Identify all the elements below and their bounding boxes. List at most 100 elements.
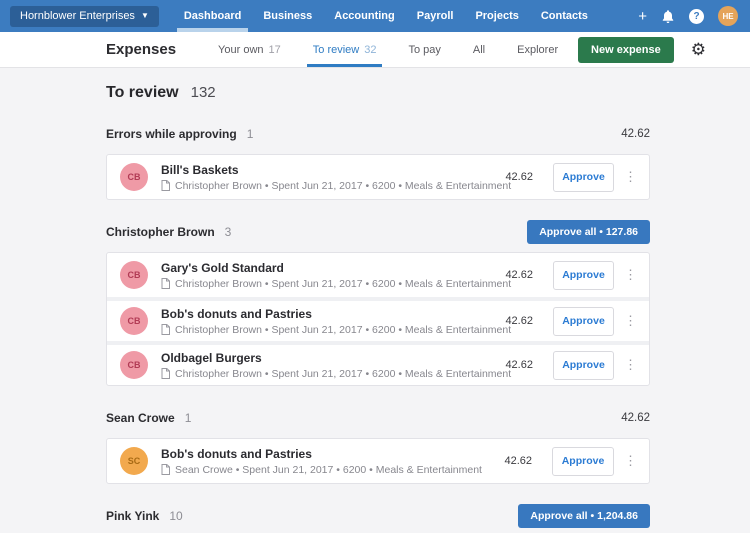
chevron-down-icon: ▼ — [141, 12, 149, 20]
group-card: CB Bill's Baskets Christopher Brown • Sp… — [106, 154, 650, 200]
expenses-tabs: Your own 17 To review 32 To pay All Expl… — [202, 32, 574, 67]
group-card: CB Gary's Gold Standard Christopher Brow… — [106, 252, 650, 386]
expense-row: CB Bill's Baskets Christopher Brown • Sp… — [107, 155, 649, 199]
toolbar-right: New expense ⚙ — [578, 37, 706, 63]
approve-button[interactable]: Approve — [553, 163, 614, 192]
receipt-document-icon — [161, 368, 170, 379]
tab-label: To pay — [408, 44, 440, 56]
group-header: Christopher Brown 3 Approve all • 127.86 — [106, 220, 650, 244]
tab-label: All — [473, 44, 485, 56]
group-name: Pink Yink — [106, 509, 159, 523]
approve-all-button[interactable]: Approve all • 1,204.86 — [518, 504, 650, 528]
tab-label: Explorer — [517, 44, 558, 56]
nav-item-payroll[interactable]: Payroll — [406, 0, 465, 32]
group-total: 42.62 — [621, 128, 650, 140]
user-avatar[interactable]: HE — [718, 6, 738, 26]
more-options-icon[interactable]: ⋮ — [624, 313, 636, 329]
expense-title: Gary's Gold Standard — [161, 261, 505, 275]
expenses-title: Expenses — [106, 41, 176, 58]
navbar-right: + ? HE — [638, 6, 738, 26]
tab-label: Your own — [218, 44, 263, 56]
row-main: Gary's Gold Standard Christopher Brown •… — [161, 261, 505, 290]
tab-your-own[interactable]: Your own 17 — [202, 32, 297, 67]
tab-to-pay[interactable]: To pay — [392, 32, 456, 67]
group-count: 1 — [185, 411, 192, 425]
expense-group: Pink Yink 10 Approve all • 1,204.86 PY A… — [106, 504, 650, 533]
more-options-icon[interactable]: ⋮ — [624, 267, 636, 283]
approve-button[interactable]: Approve — [553, 351, 614, 380]
tab-label: To review — [313, 44, 359, 56]
expenses-toolbar: Expenses Your own 17 To review 32 To pay… — [0, 32, 750, 68]
help-icon[interactable]: ? — [689, 9, 704, 24]
group-name: Sean Crowe — [106, 411, 175, 425]
group-name: Christopher Brown — [106, 225, 215, 239]
to-review-page: To review 132 Errors while approving 1 4… — [0, 68, 750, 533]
row-main: Bill's Baskets Christopher Brown • Spent… — [161, 163, 505, 192]
group-header: Errors while approving 1 42.62 — [106, 122, 650, 146]
top-navbar: Hornblower Enterprises ▼ DashboardBusine… — [0, 0, 750, 32]
more-options-icon[interactable]: ⋮ — [624, 169, 636, 185]
nav-item-contacts[interactable]: Contacts — [530, 0, 599, 32]
expense-amount: 42.62 — [505, 171, 533, 183]
expense-row: CB Oldbagel Burgers Christopher Brown • … — [107, 341, 649, 385]
approve-all-button[interactable]: Approve all • 127.86 — [527, 220, 650, 244]
expense-row: CB Bob's donuts and Pastries Christopher… — [107, 297, 649, 341]
group-total: 42.62 — [621, 412, 650, 424]
expense-detail-text: Christopher Brown • Spent Jun 21, 2017 •… — [175, 324, 511, 336]
org-selector-dropdown[interactable]: Hornblower Enterprises ▼ — [10, 6, 159, 27]
group-header: Pink Yink 10 Approve all • 1,204.86 — [106, 504, 650, 528]
new-expense-button[interactable]: New expense — [578, 37, 674, 63]
receipt-document-icon — [161, 464, 170, 475]
notifications-bell-icon[interactable] — [661, 9, 675, 24]
expense-detail: Christopher Brown • Spent Jun 21, 2017 •… — [161, 278, 505, 290]
group-header: Sean Crowe 1 42.62 — [106, 406, 650, 430]
expense-row: SC Bob's donuts and Pastries Sean Crowe … — [107, 439, 649, 483]
expense-title: Oldbagel Burgers — [161, 351, 505, 365]
tab-to-review[interactable]: To review 32 — [297, 32, 393, 67]
expense-amount: 42.62 — [505, 269, 533, 281]
approve-button[interactable]: Approve — [553, 307, 614, 336]
expense-amount: 42.62 — [505, 359, 533, 371]
expense-detail: Christopher Brown • Spent Jun 21, 2017 •… — [161, 324, 505, 336]
tab-explorer[interactable]: Explorer — [501, 32, 574, 67]
nav-item-business[interactable]: Business — [252, 0, 323, 32]
expense-row: CB Gary's Gold Standard Christopher Brow… — [107, 253, 649, 297]
expense-detail-text: Christopher Brown • Spent Jun 21, 2017 •… — [175, 278, 511, 290]
nav-item-dashboard[interactable]: Dashboard — [173, 0, 252, 32]
expense-detail: Sean Crowe • Spent Jun 21, 2017 • 6200 •… — [161, 464, 482, 476]
row-main: Bob's donuts and Pastries Sean Crowe • S… — [161, 447, 482, 476]
expense-group: Sean Crowe 1 42.62 SC Bob's donuts and P… — [106, 406, 650, 484]
tab-all[interactable]: All — [457, 32, 501, 67]
group-card: SC Bob's donuts and Pastries Sean Crowe … — [106, 438, 650, 484]
approve-button[interactable]: Approve — [553, 261, 614, 290]
group-count: 10 — [169, 509, 182, 523]
expense-detail-text: Christopher Brown • Spent Jun 21, 2017 •… — [175, 368, 511, 380]
page-head: To review 132 — [106, 84, 650, 102]
avatar: CB — [120, 163, 148, 191]
group-name: Errors while approving — [106, 127, 237, 141]
more-options-icon[interactable]: ⋮ — [624, 453, 636, 469]
expense-title: Bill's Baskets — [161, 163, 505, 177]
add-icon[interactable]: + — [638, 9, 647, 24]
expense-amount: 42.62 — [505, 315, 533, 327]
nav-item-projects[interactable]: Projects — [464, 0, 529, 32]
org-selector-label: Hornblower Enterprises — [20, 10, 135, 22]
expense-detail-text: Sean Crowe • Spent Jun 21, 2017 • 6200 •… — [175, 464, 482, 476]
expense-detail: Christopher Brown • Spent Jun 21, 2017 •… — [161, 180, 505, 192]
approve-button[interactable]: Approve — [552, 447, 614, 476]
expense-group: Christopher Brown 3 Approve all • 127.86… — [106, 220, 650, 386]
nav-item-accounting[interactable]: Accounting — [323, 0, 406, 32]
expense-amount: 42.62 — [504, 455, 532, 467]
nav-items: DashboardBusinessAccountingPayrollProjec… — [173, 0, 599, 32]
expense-detail-text: Christopher Brown • Spent Jun 21, 2017 •… — [175, 180, 511, 192]
tab-count: 32 — [364, 44, 376, 56]
row-main: Oldbagel Burgers Christopher Brown • Spe… — [161, 351, 505, 380]
avatar: CB — [120, 261, 148, 289]
page-title: To review — [106, 84, 179, 102]
settings-gear-icon[interactable]: ⚙ — [691, 41, 706, 58]
more-options-icon[interactable]: ⋮ — [624, 357, 636, 373]
expense-title: Bob's donuts and Pastries — [161, 307, 505, 321]
avatar: CB — [120, 307, 148, 335]
group-count: 3 — [225, 225, 232, 239]
row-main: Bob's donuts and Pastries Christopher Br… — [161, 307, 505, 336]
